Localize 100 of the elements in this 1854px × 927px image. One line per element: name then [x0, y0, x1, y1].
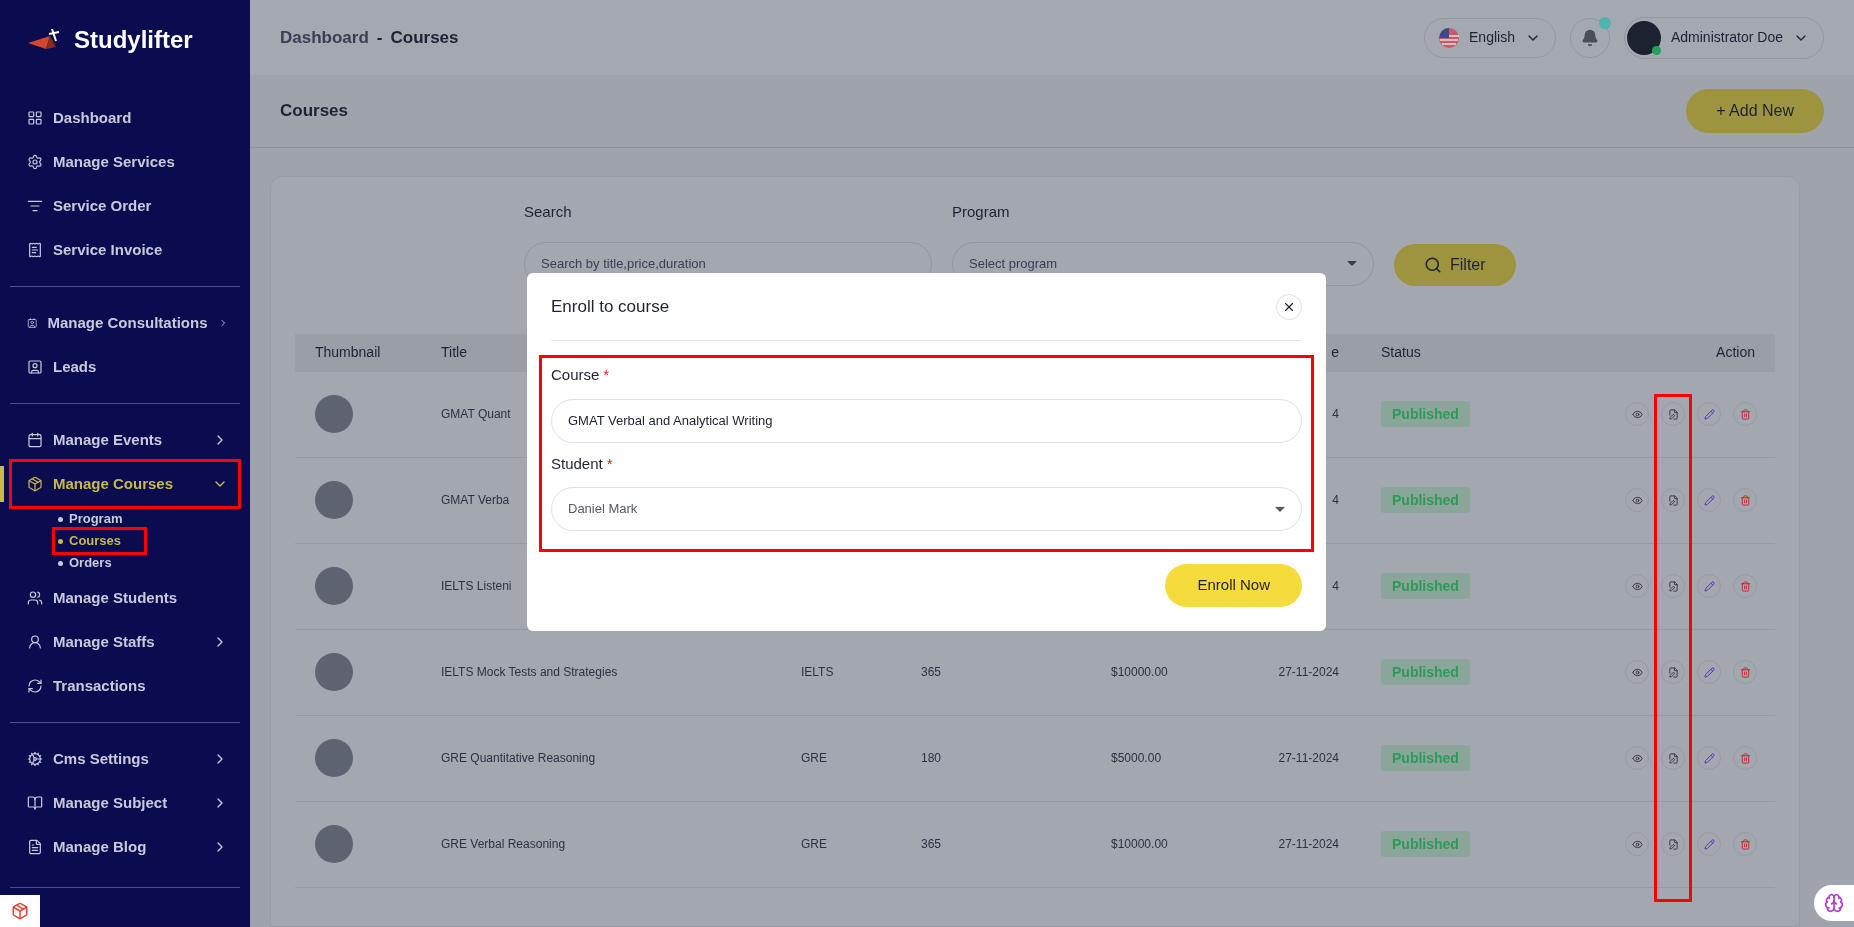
- menu-icon: [27, 634, 43, 650]
- document-icon: [1667, 408, 1679, 420]
- table-cell: $10000.00: [1111, 665, 1168, 679]
- enroll-now-button[interactable]: Enroll Now: [1165, 564, 1302, 607]
- required-mark: *: [603, 365, 610, 385]
- thumbnail-photo: [315, 653, 353, 691]
- menu-icon: [27, 839, 43, 855]
- field-label: Program: [952, 202, 1011, 222]
- document-icon: [1667, 580, 1679, 592]
- submenu-item[interactable]: Orders: [55, 552, 135, 574]
- table-cell: $10000.00: [1111, 837, 1168, 851]
- table-cell-text: 27-11-2024: [1277, 664, 1339, 681]
- eye-icon: [1631, 408, 1643, 420]
- table-cell: GRE Verbal Reasoning: [441, 837, 566, 851]
- table-cell: 365: [921, 665, 942, 679]
- sidebar-item[interactable]: Dashboard: [12, 96, 238, 140]
- menu-icon: [27, 795, 43, 811]
- edit-icon: [1703, 838, 1715, 850]
- delete-icon: [1739, 580, 1751, 592]
- bell-icon: [1580, 28, 1599, 47]
- edit-icon: [1703, 408, 1715, 420]
- eye-icon: [1631, 666, 1643, 678]
- edit-icon: [1703, 580, 1715, 592]
- field-label: Student: [551, 453, 603, 474]
- thumbnail-photo: [315, 567, 353, 605]
- table-cell: IELTS Mock Tests and Strategies: [441, 665, 618, 679]
- table-cell: 365: [921, 837, 942, 851]
- delete-icon: [1739, 408, 1751, 420]
- sidebar-item[interactable]: Manage Services: [12, 140, 238, 184]
- avatar: [1626, 20, 1661, 55]
- brain-icon: [1824, 893, 1844, 913]
- document-icon: [1667, 752, 1679, 764]
- table-cell: IELTS: [801, 665, 834, 679]
- sidebar-item[interactable]: Manage Subject: [12, 781, 238, 825]
- document-icon: [1667, 838, 1679, 850]
- menu-icon: [27, 590, 43, 606]
- menu-icon: [27, 432, 43, 448]
- table-cell: GRE Quantitative Reasoning: [441, 751, 596, 765]
- thumbnail-photo: [315, 739, 353, 777]
- sidebar-item[interactable]: Service Order: [12, 184, 238, 228]
- submenu-item[interactable]: Courses: [55, 530, 145, 552]
- thumbnail-photo: [315, 481, 353, 519]
- menu-icon: [27, 476, 43, 492]
- table-cell-text: 4: [1331, 492, 1339, 509]
- thumbnail-photo: [315, 395, 353, 433]
- status-badge: Published: [1381, 658, 1470, 685]
- thumbnail-photo: [315, 825, 353, 863]
- add-new-button[interactable]: + Add New: [1686, 89, 1824, 133]
- column-header: Action: [1716, 343, 1755, 362]
- table-cell-text: 27-11-2024: [1277, 750, 1339, 767]
- eye-icon: [1631, 580, 1643, 592]
- status-badge: Published: [1381, 486, 1470, 513]
- sidebar-item[interactable]: Manage Events: [12, 418, 238, 462]
- sidebar-item[interactable]: Manage Blog: [12, 825, 238, 869]
- sidebar-item[interactable]: Leads: [12, 345, 238, 389]
- column-header: Thumbnail: [315, 343, 382, 362]
- column-header: Status: [1381, 343, 1422, 362]
- submenu-item[interactable]: Program: [55, 508, 146, 530]
- sidebar-item[interactable]: Manage Students: [12, 576, 238, 620]
- edit-icon: [1703, 752, 1715, 764]
- delete-icon: [1739, 666, 1751, 678]
- filter-button[interactable]: Filter: [1394, 243, 1516, 286]
- page-title: Courses: [280, 100, 349, 123]
- breadcrumb-separator: -: [376, 26, 383, 49]
- edit-icon: [1703, 494, 1715, 506]
- delete-icon: [1739, 838, 1751, 850]
- field-label: Search: [524, 202, 573, 222]
- sidebar-item[interactable]: Transactions: [12, 664, 238, 708]
- column-header: Title: [441, 343, 468, 362]
- status-badge: Published: [1381, 744, 1470, 771]
- course-field[interactable]: GMAT Verbal and Analytical Writing: [551, 398, 1302, 443]
- sidebar-item[interactable]: Manage Staffs: [12, 620, 238, 664]
- dialog-title: Enroll to course: [551, 295, 670, 318]
- menu-icon: [27, 315, 38, 331]
- table-cell: GMAT Verba: [441, 493, 510, 507]
- table-cell-text: 4: [1331, 578, 1339, 595]
- required-mark: *: [606, 453, 613, 474]
- table-cell: 180: [921, 751, 942, 765]
- column-header: e: [1330, 343, 1339, 362]
- menu-icon: [27, 110, 43, 126]
- sidebar-item[interactable]: Service Invoice: [12, 228, 238, 272]
- table-cell: GRE: [801, 751, 827, 765]
- logo-text: Studylifter: [74, 25, 193, 55]
- table-cell: GRE: [801, 837, 827, 851]
- search-icon: [1424, 255, 1442, 274]
- menu-icon: [27, 198, 43, 214]
- menu-icon: [27, 242, 43, 258]
- sidebar-item[interactable]: Manage Consultations: [12, 301, 238, 345]
- sidebar-item[interactable]: Manage Courses: [12, 462, 238, 506]
- sidebar-item[interactable]: Cms Settings: [12, 737, 238, 781]
- breadcrumb-link[interactable]: Dashboard: [280, 24, 369, 51]
- delete-icon: [1739, 752, 1751, 764]
- document-icon: [1667, 494, 1679, 506]
- status-badge: Published: [1381, 830, 1470, 857]
- flag-icon: [1439, 27, 1460, 48]
- assistant-button[interactable]: [1814, 885, 1854, 921]
- active-indicator: [0, 466, 4, 502]
- table-cell: IELTS Listeni: [441, 579, 512, 593]
- eye-icon: [1631, 494, 1643, 506]
- breadcrumb-current: Courses: [390, 26, 459, 49]
